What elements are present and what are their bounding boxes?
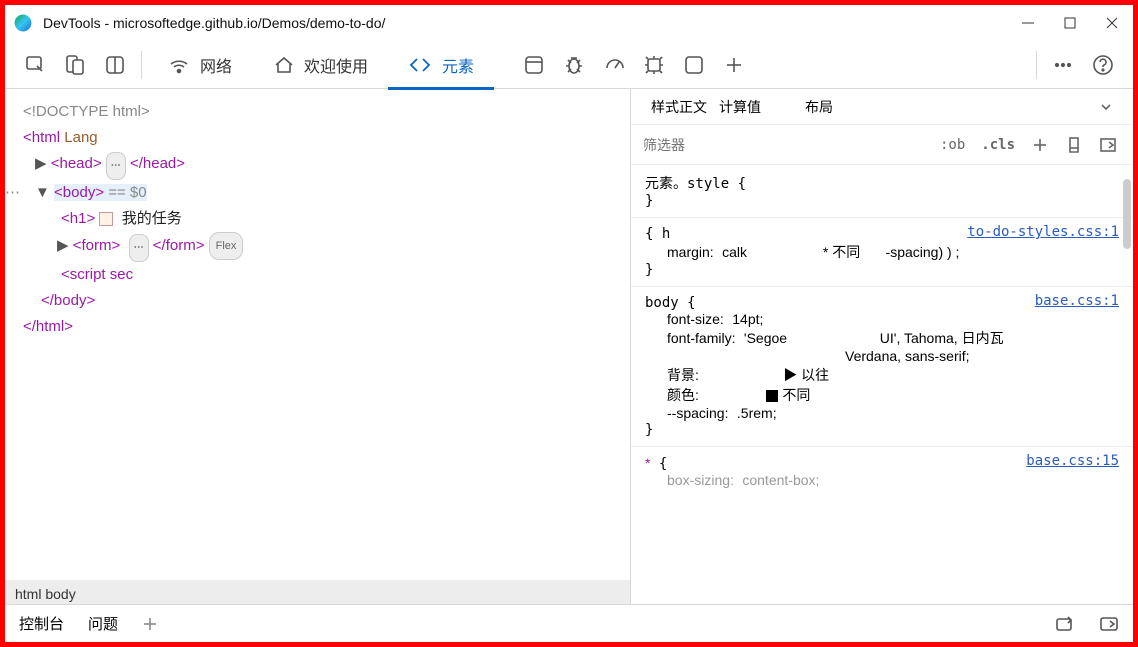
- color-swatch[interactable]: [766, 390, 778, 402]
- tab-elements-label: 元素: [442, 53, 474, 77]
- sources-icon[interactable]: [674, 45, 714, 85]
- performance-icon[interactable]: [594, 45, 634, 85]
- window-title: DevTools - microsoftedge.github.io/Demos…: [43, 15, 1011, 31]
- tab-elements[interactable]: 元素: [388, 41, 494, 89]
- html-close[interactable]: </html>: [23, 318, 73, 335]
- drawer-tab-issues[interactable]: 问题: [88, 613, 118, 634]
- dom-tree-panel: <!DOCTYPE html> <html Lang ▶ <head> ⋯ </…: [5, 89, 631, 608]
- body-close[interactable]: </body>: [41, 292, 95, 309]
- expand-icon[interactable]: ▶: [57, 237, 69, 254]
- tab-layout[interactable]: 布局: [805, 97, 833, 117]
- rule-selector: 元素。style {: [645, 173, 1119, 193]
- device-icon[interactable]: [55, 45, 95, 85]
- tab-welcome-label: 欢迎使用: [304, 53, 368, 77]
- doctype-node[interactable]: <!DOCTYPE html>: [23, 103, 150, 120]
- inspect-icon[interactable]: [15, 45, 55, 85]
- collapse-icon[interactable]: ▼: [35, 184, 50, 201]
- html-open[interactable]: <html: [23, 129, 60, 146]
- close-button[interactable]: [1105, 16, 1119, 30]
- code-icon: [408, 54, 432, 76]
- drawer-icon-1[interactable]: [1055, 615, 1075, 633]
- ellipsis-icon[interactable]: ⋯: [129, 234, 149, 262]
- head-open[interactable]: <head>: [51, 155, 102, 172]
- toolbar: 网络 欢迎使用 元素: [5, 41, 1133, 89]
- source-link[interactable]: to-do-styles.css:1: [967, 224, 1119, 240]
- styles-panel: 样式正文 计算值 布局 :ob .cls 元素。style: [631, 89, 1133, 608]
- lang-attr: Lang: [64, 129, 97, 146]
- rule-close: }: [645, 422, 1119, 438]
- tab-welcome[interactable]: 欢迎使用: [252, 41, 388, 89]
- body-node-selected[interactable]: <body> == $0: [54, 184, 147, 201]
- scrollbar[interactable]: [1123, 179, 1131, 249]
- chevron-down-icon[interactable]: [1099, 100, 1113, 114]
- hov-toggle[interactable]: :ob: [936, 135, 969, 155]
- bug-icon[interactable]: [554, 45, 594, 85]
- tab-computed[interactable]: 计算值: [719, 97, 761, 117]
- filter-input[interactable]: [631, 137, 924, 153]
- tab-styles[interactable]: 样式正文: [651, 97, 707, 117]
- form-open[interactable]: <form>: [73, 237, 121, 254]
- drawer-tab-console[interactable]: 控制台: [19, 613, 64, 634]
- form-close: </form>: [153, 237, 205, 254]
- tab-network[interactable]: 网络: [148, 41, 252, 89]
- expand-icon[interactable]: ▶: [35, 155, 47, 172]
- style-rule-element[interactable]: 元素。style { }: [631, 165, 1133, 218]
- more-icon[interactable]: [1043, 45, 1083, 85]
- home-icon: [272, 54, 294, 76]
- script-node[interactable]: <script sec: [61, 266, 133, 283]
- rule-close: }: [645, 193, 1119, 209]
- wifi-icon: [168, 54, 190, 76]
- brush-icon[interactable]: [1061, 134, 1087, 156]
- style-rule-h[interactable]: to-do-styles.css:1 { h margin: calk * 不同…: [631, 218, 1133, 287]
- rule-close: }: [645, 262, 1119, 278]
- maximize-button[interactable]: [1063, 16, 1077, 30]
- memory-icon[interactable]: [634, 45, 674, 85]
- cls-toggle[interactable]: .cls: [977, 135, 1019, 155]
- clipboard-icon[interactable]: [99, 212, 113, 226]
- add-tab-icon[interactable]: [714, 45, 754, 85]
- crumb-text[interactable]: html body: [15, 586, 76, 602]
- row-menu-icon[interactable]: ⋯: [5, 180, 20, 206]
- styles-list[interactable]: 元素。style { } to-do-styles.css:1 { h marg…: [631, 165, 1133, 608]
- h1-text: 我的任务: [122, 210, 182, 227]
- h1-open[interactable]: <h1>: [61, 210, 95, 227]
- drawer-icon-2[interactable]: [1099, 615, 1119, 633]
- new-rule-icon[interactable]: [1027, 134, 1053, 156]
- computed-panel-icon[interactable]: [1095, 134, 1121, 156]
- source-link[interactable]: base.css:15: [1026, 453, 1119, 469]
- head-close: </head>: [130, 155, 185, 172]
- ellipsis-icon[interactable]: ⋯: [106, 152, 126, 180]
- help-icon[interactable]: [1083, 45, 1123, 85]
- tab-network-label: 网络: [200, 53, 232, 77]
- minimize-button[interactable]: [1021, 16, 1035, 30]
- dom-tree[interactable]: <!DOCTYPE html> <html Lang ▶ <head> ⋯ </…: [5, 89, 630, 580]
- style-rule-star[interactable]: base.css:15 * * {{ box-sizing: content-b…: [631, 447, 1133, 497]
- app-icon: [13, 13, 33, 33]
- application-icon[interactable]: [514, 45, 554, 85]
- drawer: 控制台 问题: [5, 604, 1133, 642]
- flex-badge[interactable]: Flex: [209, 232, 244, 260]
- source-link[interactable]: base.css:1: [1035, 293, 1119, 309]
- style-rule-body[interactable]: base.css:1 body { font-size: 14pt; font-…: [631, 287, 1133, 447]
- add-drawer-tab-icon[interactable]: [142, 616, 158, 632]
- dock-icon[interactable]: [95, 45, 135, 85]
- titlebar: DevTools - microsoftedge.github.io/Demos…: [5, 5, 1133, 41]
